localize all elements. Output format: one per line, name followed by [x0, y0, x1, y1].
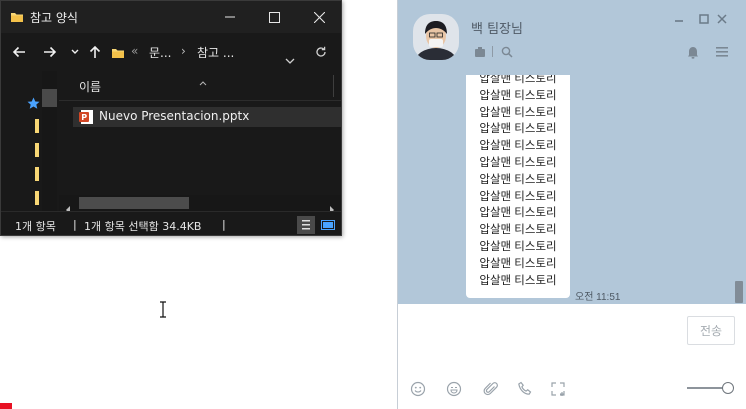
horizontal-scrollbar[interactable]: [59, 195, 341, 214]
message-line: 압살맨 티스토리: [479, 190, 557, 203]
send-button[interactable]: 전송: [687, 316, 735, 345]
drawer-icon[interactable]: [472, 44, 488, 60]
search-icon[interactable]: [499, 44, 515, 60]
attachment-icon[interactable]: [481, 379, 501, 399]
pinned-folder-icon[interactable]: [35, 143, 39, 157]
chevron-down-icon[interactable]: [285, 49, 295, 68]
message-line: 압살맨 티스토리: [479, 240, 557, 253]
window-title: 참고 양식: [30, 11, 78, 25]
message-line: 압살맨 티스토리: [479, 106, 557, 119]
breadcrumb-item[interactable]: 참고 ...: [197, 44, 234, 61]
quick-access-star-icon[interactable]: [27, 95, 40, 114]
navigation-scrollbar[interactable]: [42, 71, 57, 211]
pinned-folder-icon[interactable]: [35, 167, 39, 181]
screen-capture-icon[interactable]: [548, 379, 568, 399]
folder-icon: [10, 9, 24, 28]
selection-info: 1개 항목 선택함 34.4KB: [84, 220, 202, 233]
folder-icon: [111, 45, 125, 64]
svg-text:P: P: [81, 113, 87, 122]
transparency-slider-track[interactable]: [687, 387, 727, 389]
powerpoint-file-icon: P: [78, 109, 94, 129]
avatar[interactable]: [413, 14, 459, 60]
taskbar-indicator: [0, 403, 12, 409]
maximize-button[interactable]: [252, 1, 297, 33]
file-list: 이름 P Nuevo Presentacion.pptx: [59, 71, 341, 211]
message-timestamp: 오전 11:51: [575, 292, 621, 303]
overflow-chevron-icon[interactable]: «: [131, 44, 138, 58]
refresh-button[interactable]: [311, 42, 331, 62]
status-divider: |: [73, 218, 77, 231]
large-icons-view-icon[interactable]: [319, 216, 337, 234]
file-name[interactable]: Nuevo Presentacion.pptx: [99, 109, 249, 123]
address-bar[interactable]: « 문... › 참고 ...: [107, 38, 307, 66]
up-button[interactable]: [85, 42, 105, 62]
recent-locations-button[interactable]: [65, 42, 85, 62]
chat-window: 백 팀장님 압살맨 티스토리 압살맨 티스토리 압살맨 티스토리 압살맨 티스토: [397, 0, 746, 409]
back-button[interactable]: [9, 42, 29, 62]
item-count: 1개 항목: [15, 220, 56, 233]
minimize-button[interactable]: [671, 11, 687, 27]
message-line: 압살맨 티스토리: [479, 274, 557, 287]
message-line: 압살맨 티스토리: [479, 224, 557, 237]
status-bar: 1개 항목 | 1개 항목 선택함 34.4KB |: [1, 211, 341, 235]
column-header-name[interactable]: 이름: [79, 78, 101, 95]
message-area[interactable]: 압살맨 티스토리 압살맨 티스토리 압살맨 티스토리 압살맨 티스토리 압살맨 …: [398, 75, 746, 304]
pinned-folder-icon[interactable]: [35, 119, 39, 133]
close-button[interactable]: [297, 1, 341, 33]
close-button[interactable]: [714, 11, 730, 27]
message-line: 압살맨 티스토리: [479, 257, 557, 270]
file-explorer-window: 참고 양식 « 문... › 참고 ... 이름 P Nuevo Present…: [0, 0, 342, 236]
notification-bell-icon[interactable]: [685, 44, 701, 60]
header-divider: [492, 46, 493, 57]
sticker-icon[interactable]: [444, 379, 464, 399]
phone-call-icon[interactable]: [515, 379, 535, 399]
menu-icon[interactable]: [714, 44, 730, 60]
scrollbar-thumb[interactable]: [79, 197, 189, 209]
message-bubble[interactable]: 압살맨 티스토리 압살맨 티스토리 압살맨 티스토리 압살맨 티스토리 압살맨 …: [466, 75, 570, 298]
title-bar[interactable]: 참고 양식: [1, 1, 341, 33]
message-line: 압살맨 티스토리: [479, 75, 557, 85]
chat-header[interactable]: 백 팀장님: [398, 0, 746, 75]
message-line: 압살맨 티스토리: [479, 89, 557, 102]
status-divider: |: [222, 218, 226, 231]
contact-name: 백 팀장님: [471, 22, 523, 37]
minimize-button[interactable]: [207, 1, 252, 33]
chat-scrollbar[interactable]: [735, 281, 743, 303]
sort-ascending-icon: [199, 71, 207, 90]
breadcrumb-item[interactable]: 문...: [149, 44, 171, 61]
details-view-icon[interactable]: [297, 216, 315, 234]
message-line: 압살맨 티스토리: [479, 156, 557, 169]
breadcrumb-separator-icon: ›: [181, 44, 186, 58]
transparency-slider-handle[interactable]: [722, 382, 734, 394]
message-line: 압살맨 티스토리: [479, 207, 557, 220]
emoticon-icon[interactable]: [408, 379, 428, 399]
maximize-button[interactable]: [696, 11, 712, 27]
file-row[interactable]: P Nuevo Presentacion.pptx: [73, 107, 341, 129]
message-input-area[interactable]: 전송: [398, 304, 746, 409]
text-cursor-icon: [158, 301, 168, 318]
forward-button[interactable]: [40, 42, 60, 62]
message-line: 압살맨 티스토리: [479, 123, 557, 136]
message-line: 압살맨 티스토리: [479, 140, 557, 153]
column-header[interactable]: 이름: [59, 71, 341, 101]
navigation-bar: « 문... › 참고 ...: [1, 33, 341, 71]
scrollbar-thumb[interactable]: [42, 89, 57, 107]
column-divider[interactable]: [333, 75, 334, 97]
message-line: 압살맨 티스토리: [479, 173, 557, 186]
pinned-folder-icon[interactable]: [35, 191, 39, 205]
